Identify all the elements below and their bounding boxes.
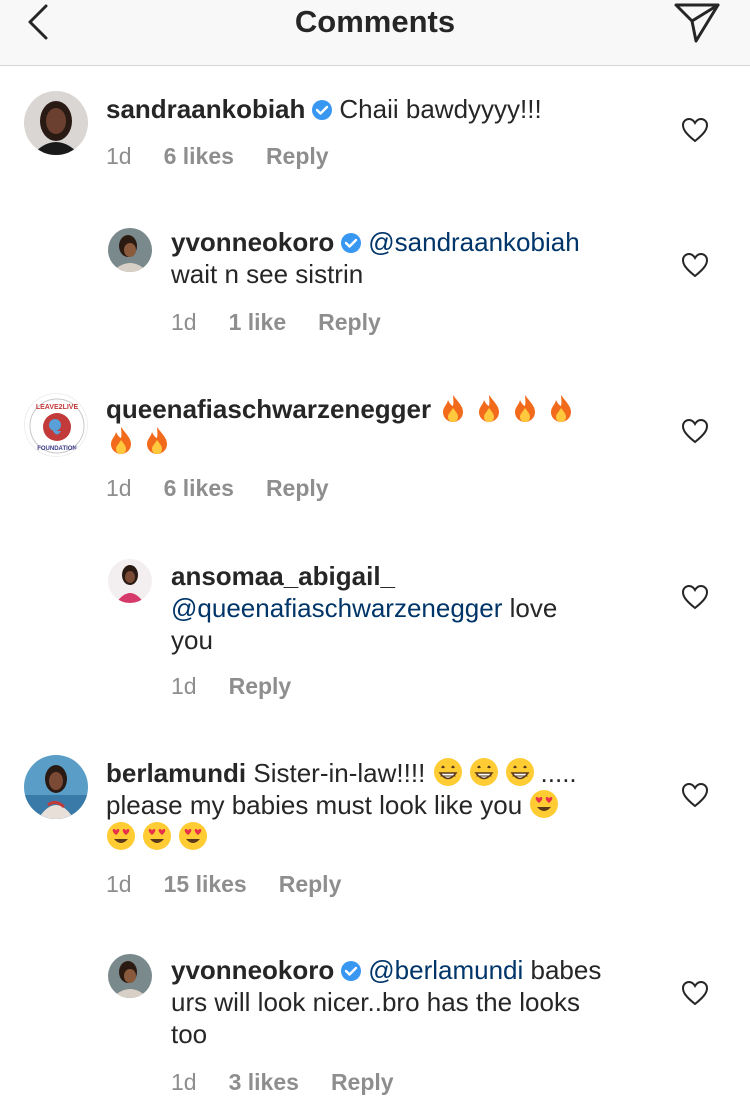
- username[interactable]: yvonneokoro: [171, 955, 334, 985]
- avatar[interactable]: [24, 755, 88, 819]
- comment-text: queenafiaschwarzenegger: [106, 393, 666, 457]
- comment-time: 1d: [171, 1069, 197, 1095]
- comment-text: yvonneokoro @sandraankobiah wait n see si…: [171, 226, 671, 290]
- verified-badge-icon: [312, 100, 333, 120]
- comment-body-cont: please my babies must look like you: [106, 790, 523, 820]
- likes-count[interactable]: 15 likes: [164, 871, 247, 897]
- avatar[interactable]: [24, 91, 88, 155]
- comment-body: wait n see sistrin: [171, 259, 364, 289]
- username[interactable]: yvonneokoro: [171, 227, 334, 257]
- avatar[interactable]: LEAVE2LIVE FOUNDATION: [24, 393, 88, 457]
- heart-eyes-face-icon: [530, 790, 559, 818]
- reply-button[interactable]: Reply: [331, 1069, 394, 1095]
- username[interactable]: ansomaa_abigail_: [171, 561, 395, 591]
- heart-outline-icon[interactable]: [681, 117, 709, 143]
- fire-emoji-icon: [111, 427, 131, 454]
- comment-text: yvonneokoro @berlamundi babes urs will lo…: [171, 954, 671, 1050]
- fire-emoji-icon: [551, 395, 572, 422]
- header-bar: Comments: [0, 0, 750, 66]
- fire-emoji-icon: [515, 395, 536, 422]
- comment-time: 1d: [106, 143, 132, 169]
- avatar[interactable]: [108, 559, 152, 603]
- comment-time: 1d: [106, 871, 132, 897]
- comment-body: Chaii bawdyyyy!!!: [339, 94, 542, 124]
- heart-outline-icon[interactable]: [681, 980, 709, 1006]
- heart-outline-icon[interactable]: [681, 782, 709, 808]
- comment-meta: 1d 1 like Reply: [171, 309, 413, 336]
- grinning-face-icon: [433, 758, 462, 786]
- paper-plane-icon: [674, 3, 720, 43]
- comment-text: sandraankobiah Chaii bawdyyyy!!!: [106, 93, 666, 125]
- comment-body: Sister-in-law!!!!: [253, 758, 426, 788]
- reply-button[interactable]: Reply: [279, 871, 342, 897]
- likes-count[interactable]: 6 likes: [164, 143, 234, 169]
- comment-ellipsis: .....: [540, 758, 577, 788]
- comment-body-cont: you: [171, 625, 213, 655]
- comment-time: 1d: [171, 309, 197, 335]
- heart-outline-icon[interactable]: [681, 418, 709, 444]
- comment-body-cont: urs will look nicer..bro has the looks: [171, 987, 580, 1017]
- verified-badge-icon: [341, 961, 362, 981]
- comment-text: berlamundi Sister-in-law!!!! ..... pleas…: [106, 757, 676, 853]
- fire-emoji-icon: [147, 427, 167, 454]
- fire-emoji-icon: [443, 395, 464, 422]
- comment-meta: 1d Reply: [171, 673, 323, 700]
- share-button[interactable]: [672, 0, 722, 44]
- mention-link[interactable]: @sandraankobiah: [368, 227, 579, 257]
- grinning-face-icon: [469, 758, 498, 786]
- comment-time: 1d: [171, 673, 197, 699]
- comment-text: ansomaa_abigail_ @queenafiaschwarzenegge…: [171, 560, 671, 656]
- heart-outline-icon[interactable]: [681, 252, 709, 278]
- fire-emoji-icon: [479, 395, 500, 422]
- reply-button[interactable]: Reply: [229, 673, 292, 699]
- badge-top-text: LEAVE2LIVE: [36, 404, 79, 411]
- comment-meta: 1d 6 likes Reply: [106, 475, 361, 502]
- heart-eyes-face-icon: [107, 822, 135, 850]
- page-title: Comments: [294, 4, 456, 39]
- likes-count[interactable]: 1 like: [229, 309, 287, 335]
- heart-outline-icon[interactable]: [681, 584, 709, 610]
- reply-button[interactable]: Reply: [318, 309, 381, 335]
- reply-button[interactable]: Reply: [266, 143, 329, 169]
- comment-meta: 1d 15 likes Reply: [106, 871, 373, 898]
- comment-body-cont: too: [171, 1019, 208, 1049]
- avatar[interactable]: [108, 228, 152, 272]
- mention-link[interactable]: @queenafiaschwarzenegger: [171, 593, 502, 623]
- verified-badge-icon: [341, 233, 362, 253]
- heart-eyes-face-icon: [179, 822, 207, 850]
- comment-meta: 1d 6 likes Reply: [106, 143, 361, 170]
- comment-body: babes: [523, 955, 602, 985]
- grinning-face-icon: [505, 758, 534, 786]
- comment-meta: 1d 3 likes Reply: [171, 1069, 426, 1096]
- likes-count[interactable]: 6 likes: [164, 475, 234, 501]
- heart-eyes-face-icon: [143, 822, 171, 850]
- username[interactable]: queenafiaschwarzenegger: [106, 394, 431, 424]
- badge-bottom-text: FOUNDATION: [37, 446, 77, 452]
- comment-time: 1d: [106, 475, 132, 501]
- username[interactable]: sandraankobiah: [106, 94, 305, 124]
- comment-body: love: [502, 593, 558, 623]
- likes-count[interactable]: 3 likes: [229, 1069, 299, 1095]
- avatar[interactable]: [108, 954, 152, 998]
- reply-button[interactable]: Reply: [266, 475, 329, 501]
- username[interactable]: berlamundi: [106, 758, 246, 788]
- mention-link[interactable]: @berlamundi: [368, 955, 523, 985]
